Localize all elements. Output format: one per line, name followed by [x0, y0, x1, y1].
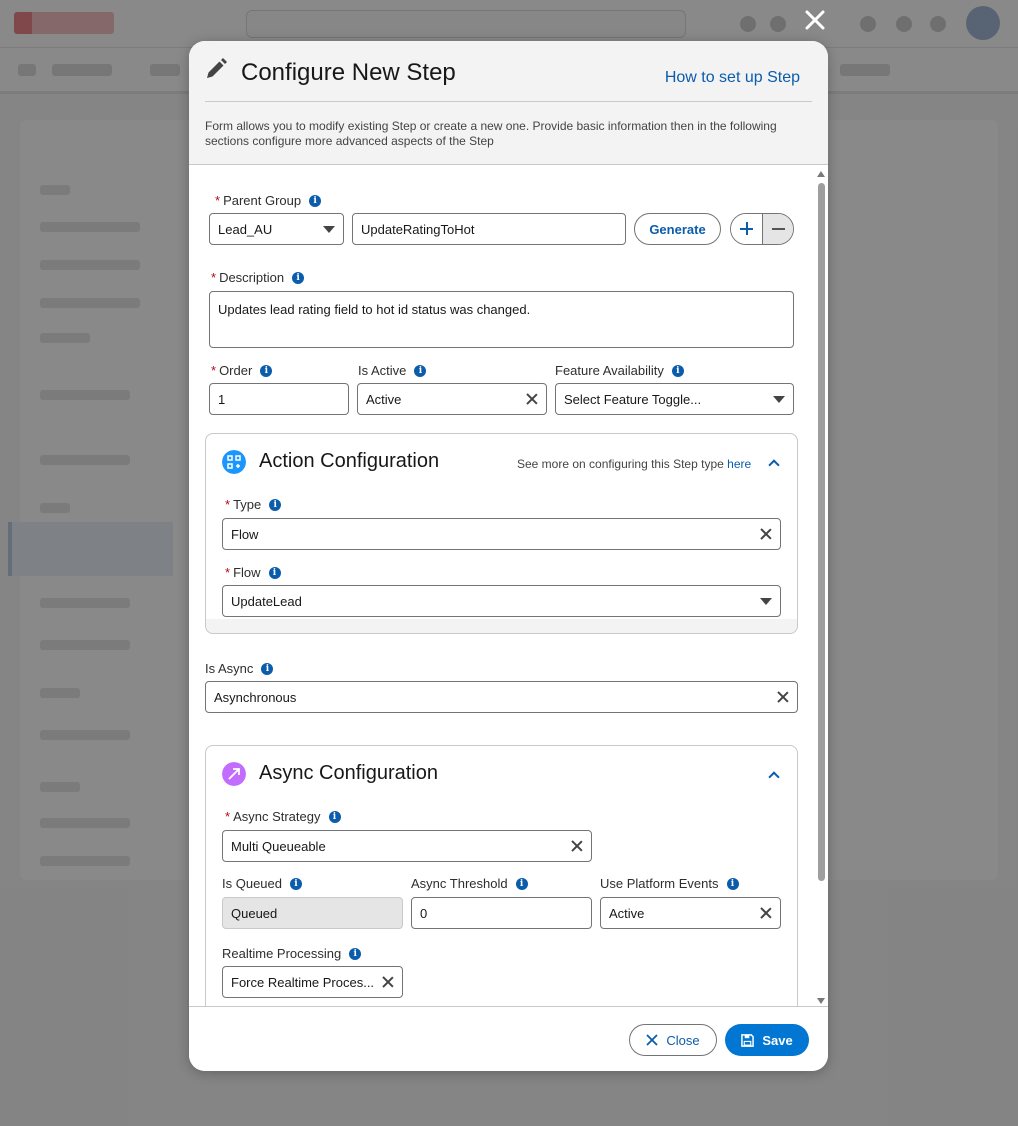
is-queued-field: Queued — [222, 897, 403, 929]
save-icon — [741, 1033, 755, 1047]
action-configuration-icon — [222, 450, 246, 474]
caret-down-icon — [773, 395, 785, 403]
order-input[interactable]: 1 — [209, 383, 349, 415]
see-more-label: See more on configuring this Step type — [517, 457, 724, 471]
info-icon[interactable]: i — [414, 364, 427, 377]
remove-button[interactable] — [761, 214, 793, 244]
modal-footer: Close Save — [189, 1006, 828, 1071]
info-icon[interactable]: i — [261, 662, 274, 675]
info-icon[interactable]: i — [726, 877, 739, 890]
modal-header: Configure New Step How to set up Step Fo… — [189, 41, 828, 165]
generate-button[interactable]: Generate — [634, 213, 721, 245]
info-icon[interactable]: i — [260, 364, 273, 377]
clear-icon[interactable] — [526, 393, 538, 405]
save-button-label: Save — [762, 1032, 793, 1048]
clear-icon[interactable] — [382, 976, 394, 988]
close-icon — [646, 1034, 659, 1046]
scroll-up-arrow-icon[interactable] — [817, 171, 825, 177]
realtime-processing-label: Realtime Processing i — [222, 946, 362, 961]
info-icon[interactable]: i — [269, 498, 282, 511]
description-textarea[interactable]: Updates lead rating field to hot id stat… — [209, 291, 794, 348]
async-threshold-input[interactable]: 0 — [411, 897, 592, 929]
is-active-label: Is Active i — [358, 363, 427, 378]
is-async-label: Is Async i — [205, 661, 274, 676]
clear-icon[interactable] — [760, 907, 772, 919]
modal-scrollbar[interactable] — [816, 169, 826, 1004]
feature-availability-label: Feature Availability i — [555, 363, 684, 378]
scrollbar-thumb[interactable] — [818, 183, 825, 881]
parent-group-select[interactable]: Lead_AU — [209, 213, 344, 245]
async-threshold-label: Async Threshold i — [411, 876, 528, 891]
flow-select[interactable]: UpdateLead — [222, 585, 781, 617]
caret-down-icon — [760, 597, 772, 605]
info-icon[interactable]: i — [349, 947, 362, 960]
info-icon[interactable]: i — [292, 271, 305, 284]
info-icon[interactable]: i — [328, 810, 341, 823]
pencil-icon — [207, 58, 227, 78]
feature-availability-select[interactable]: Select Feature Toggle... — [555, 383, 794, 415]
close-button-label: Close — [666, 1032, 700, 1048]
use-platform-events-select[interactable]: Active — [600, 897, 781, 929]
scroll-down-arrow-icon[interactable] — [817, 998, 825, 1004]
collapse-chevron-icon[interactable] — [768, 771, 780, 783]
caret-down-icon — [323, 225, 335, 233]
close-button[interactable]: Close — [629, 1024, 717, 1056]
type-label: * Type i — [225, 497, 282, 512]
async-strategy-label: * Async Strategy i — [225, 809, 341, 824]
async-configuration-section: Async Configuration * Async Strategy i Mul… — [205, 745, 798, 1006]
realtime-processing-select[interactable]: Force Realtime Proces... — [222, 966, 403, 998]
clear-icon[interactable] — [571, 840, 583, 852]
use-platform-events-label: Use Platform Events i — [600, 876, 739, 891]
parent-group-label: * Parent Group i — [215, 193, 322, 208]
add-button[interactable] — [731, 214, 762, 244]
type-select[interactable]: Flow — [222, 518, 781, 550]
close-icon — [805, 10, 825, 30]
action-configuration-section: Action Configuration See more on configu… — [205, 433, 798, 634]
clear-icon[interactable] — [760, 528, 772, 540]
is-active-select[interactable]: Active — [357, 383, 547, 415]
flow-label: * Flow i — [225, 565, 281, 580]
info-icon[interactable]: i — [671, 364, 684, 377]
async-configuration-title: Async Configuration — [259, 762, 438, 784]
see-more-text: See more on configuring this Step type h… — [517, 457, 751, 471]
modal-title: Configure New Step — [241, 59, 456, 86]
save-button[interactable]: Save — [725, 1024, 809, 1056]
modal-body[interactable]: * Parent Group i Lead_AU UpdateRatingToHot… — [189, 41, 828, 1006]
info-icon[interactable]: i — [268, 566, 281, 579]
is-async-select[interactable]: Asynchronous — [205, 681, 798, 713]
header-divider — [205, 101, 812, 102]
modal-description: Form allows you to modify existing Step … — [205, 119, 777, 148]
how-to-setup-link[interactable]: How to set up Step — [665, 69, 800, 87]
async-configuration-icon — [222, 762, 246, 786]
info-icon[interactable]: i — [290, 877, 302, 890]
modal-close-icon-button[interactable] — [803, 8, 827, 32]
clear-icon[interactable] — [777, 691, 789, 703]
info-icon[interactable]: i — [309, 194, 322, 207]
async-strategy-select[interactable]: Multi Queueable — [222, 830, 592, 862]
description-label: * Description i — [211, 270, 305, 285]
order-label: * Order i — [211, 363, 273, 378]
step-name-input[interactable]: UpdateRatingToHot — [352, 213, 626, 245]
is-queued-label: Is Queued i — [222, 876, 302, 891]
configure-step-modal: Configure New Step How to set up Step Fo… — [189, 41, 828, 1071]
action-configuration-title: Action Configuration — [259, 450, 440, 472]
info-icon[interactable]: i — [515, 877, 528, 890]
add-remove-button-group — [730, 213, 794, 245]
see-more-here-link[interactable]: here — [727, 457, 751, 471]
